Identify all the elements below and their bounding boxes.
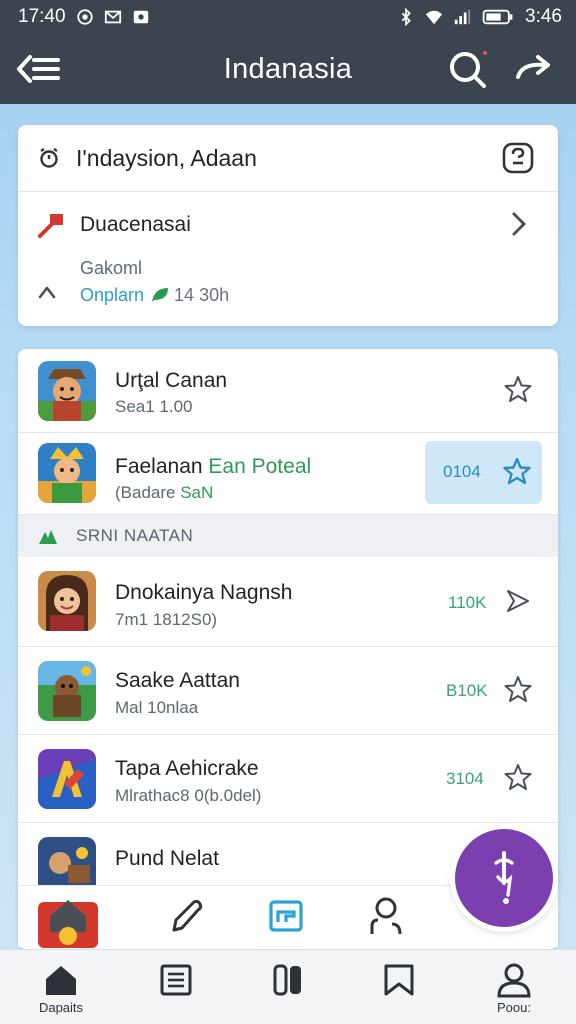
nav-item-library[interactable] xyxy=(263,962,313,1022)
list-item[interactable]: Dnokainya Nagnsh 7m1 1812S0) 110K xyxy=(18,557,558,647)
download-count: 110K xyxy=(448,593,487,612)
info-card: I'ndaysion, Adaan Duacenasai Gakoml Onpl… xyxy=(18,125,558,326)
download-count: 3104 xyxy=(446,769,484,788)
list-item[interactable]: Saake Aattan Mal 10nlaa B10K xyxy=(18,647,558,735)
character-icon xyxy=(38,443,96,503)
mail-icon xyxy=(104,10,121,24)
app-bar: Indanasia xyxy=(0,34,576,104)
gallery-icon xyxy=(133,10,148,24)
app-thumbnail xyxy=(38,749,96,809)
list-item-title-accent: Ean Poteal xyxy=(208,455,312,478)
battery-icon xyxy=(482,9,513,25)
library-icon xyxy=(273,964,301,996)
user-search-icon[interactable] xyxy=(368,896,404,936)
status-left: 17:40 xyxy=(18,6,150,28)
favorite-toggle[interactable]: 0104 xyxy=(425,441,542,504)
status-bar: 17:40 3:46 xyxy=(0,0,576,34)
nav-item-profile[interactable]: Poou: xyxy=(489,962,539,1022)
tap-gesture-icon xyxy=(494,851,514,904)
bookmark-icon xyxy=(384,964,414,996)
gallery-tile-icon[interactable] xyxy=(268,896,304,936)
app-thumbnail xyxy=(38,571,96,631)
section-header: SRNI NAATAN xyxy=(18,515,558,557)
list-item[interactable]: Tapa Aehicrake Mlrathac8 0(b.0del) 3104 xyxy=(18,735,558,823)
list-item-subtitle: Mal 10nlaa xyxy=(115,698,199,717)
character-icon xyxy=(38,571,96,631)
share-arrow-icon[interactable] xyxy=(504,587,532,615)
list-item-highlighted[interactable]: Faelanan Ean Poteal (Badare SaN 0104 xyxy=(18,433,558,515)
download-count: 0104 xyxy=(443,462,481,481)
section-label: SRNI NAATAN xyxy=(76,526,194,545)
pin-flag-icon xyxy=(38,214,63,238)
status-time: 17:40 xyxy=(18,6,66,27)
list-item-title: Faelanan Ean Poteal xyxy=(115,455,311,479)
info-card-header[interactable]: I'ndaysion, Adaan xyxy=(18,125,558,192)
nav-item-bookmark[interactable] xyxy=(374,962,424,1022)
character-icon xyxy=(38,361,96,421)
trending-icon xyxy=(39,530,57,544)
app-thumbnail xyxy=(38,443,96,503)
leaf-icon xyxy=(152,288,169,302)
list-item[interactable]: Urţal Canan Sea1 1.00 xyxy=(18,349,558,433)
info-card-meta: Onplarn 14 30h xyxy=(80,285,229,306)
info-card-subtitle: Gakoml xyxy=(80,258,143,278)
list-item-subtitle: (Badare SaN xyxy=(115,483,213,503)
list-item-subtitle: 7m1 1812S0) xyxy=(115,610,218,629)
nav-label: Poou: xyxy=(497,1000,531,1015)
star-outline-icon[interactable] xyxy=(504,763,532,791)
list-item-title: Saake Aattan xyxy=(115,669,240,692)
list-item-title: Urţal Canan xyxy=(115,369,228,392)
wifi-icon xyxy=(425,10,443,25)
info-card-item-label: Duacenasai xyxy=(80,213,191,236)
share-icon[interactable] xyxy=(514,51,554,87)
status-time-right: 3:46 xyxy=(525,6,562,27)
chat-icon[interactable] xyxy=(501,141,535,175)
app-thumbnail xyxy=(38,361,96,421)
nav-item-news[interactable] xyxy=(151,962,201,1022)
star-outline-icon[interactable] xyxy=(503,457,531,485)
search-icon[interactable] xyxy=(446,48,488,90)
list-item-subtitle: Sea1 1.00 xyxy=(115,397,193,416)
list-item-title: Tapa Aehicrake xyxy=(115,757,259,780)
bottom-nav: Dapaits Poou: xyxy=(0,949,576,1024)
whatsapp-icon xyxy=(76,9,93,25)
info-card-time: 14 30h xyxy=(174,285,230,305)
alarm-icon xyxy=(40,148,58,168)
info-card-title: I'ndaysion, Adaan xyxy=(76,145,257,171)
nav-item-home[interactable]: Dapaits xyxy=(36,962,86,1022)
list-item-title: Pund Nelat xyxy=(115,847,219,870)
list-item-subtitle-accent: SaN xyxy=(180,483,214,502)
home-tile-icon[interactable] xyxy=(38,886,98,948)
bluetooth-icon xyxy=(401,8,411,26)
page-title: Indanasia xyxy=(223,52,353,85)
letter-logo-icon xyxy=(38,749,96,809)
nav-label: Dapaits xyxy=(38,1000,84,1015)
star-outline-icon[interactable] xyxy=(504,675,532,703)
list-item-title: Dnokainya Nagnsh xyxy=(115,581,293,604)
back-menu-icon[interactable] xyxy=(16,51,62,87)
news-icon xyxy=(160,964,192,996)
fab-button[interactable] xyxy=(455,829,553,927)
edit-icon[interactable] xyxy=(168,896,204,936)
signal-icon xyxy=(454,9,471,25)
download-count: B10K xyxy=(446,681,488,700)
home-icon xyxy=(46,966,76,995)
star-outline-icon[interactable] xyxy=(504,375,532,403)
chevron-right-icon xyxy=(512,212,526,236)
caret-up-icon[interactable] xyxy=(38,285,56,299)
app-thumbnail xyxy=(38,661,96,721)
list-item-subtitle-main: (Badare xyxy=(115,483,176,502)
profile-icon xyxy=(497,963,531,998)
status-right: 3:46 xyxy=(397,6,562,28)
list-item-subtitle: Mlrathac8 0(b.0del) xyxy=(115,786,262,805)
info-card-link[interactable]: Onplarn xyxy=(80,285,144,305)
list-item-title-main: Faelanan xyxy=(115,455,203,478)
character-icon xyxy=(38,661,96,721)
